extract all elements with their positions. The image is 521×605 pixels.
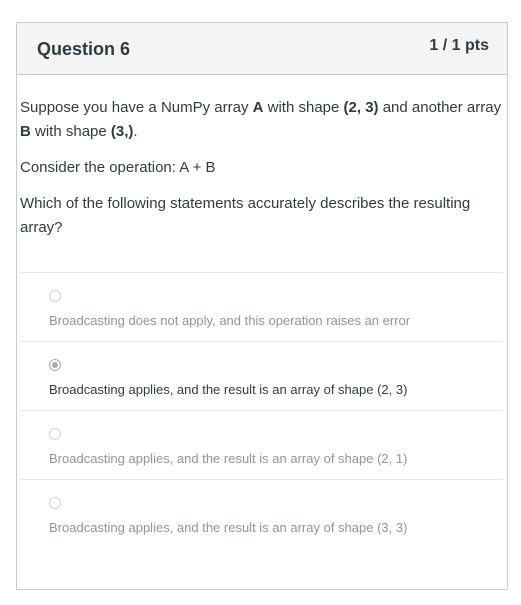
- p1-text-5: .: [133, 123, 138, 140]
- question-header: Question 6 1 / 1 pts: [17, 23, 507, 75]
- question-points: 1 / 1 pts: [429, 37, 489, 54]
- answer-label: Broadcasting does not apply, and this op…: [49, 313, 411, 328]
- p1-text-1: Suppose you have a NumPy array: [20, 99, 253, 116]
- radio-button-icon[interactable]: [49, 428, 61, 440]
- answer-label: Broadcasting applies, and the result is …: [49, 451, 408, 466]
- p1-text-2: with shape: [263, 99, 344, 116]
- answer-list: Broadcasting does not apply, and this op…: [20, 272, 503, 548]
- p1-bold-b: B: [20, 123, 31, 140]
- p1-bold-a: A: [252, 99, 264, 116]
- question-paragraph-1: Suppose you have a NumPy array A with sh…: [20, 96, 503, 144]
- question-paragraph-3: Which of the following statements accura…: [20, 195, 471, 236]
- question-title: Question 6: [37, 39, 131, 59]
- answer-label: Broadcasting applies, and the result is …: [49, 382, 408, 397]
- question-paragraph-2: Consider the operation: A + B: [20, 159, 216, 176]
- answer-option-1[interactable]: Broadcasting does not apply, and this op…: [20, 273, 503, 342]
- question-body: Suppose you have a NumPy array A with sh…: [20, 96, 503, 252]
- p1-text-4: with shape: [30, 123, 111, 140]
- radio-button-icon[interactable]: [49, 290, 61, 302]
- answer-option-3[interactable]: Broadcasting applies, and the result is …: [20, 411, 503, 480]
- answer-option-2[interactable]: Broadcasting applies, and the result is …: [20, 342, 503, 411]
- radio-button-icon[interactable]: [49, 497, 61, 509]
- radio-button-selected-icon[interactable]: [49, 359, 61, 371]
- p1-bold-shape-a: (2, 3): [343, 99, 379, 116]
- answer-option-4[interactable]: Broadcasting applies, and the result is …: [20, 480, 503, 548]
- answer-label: Broadcasting applies, and the result is …: [49, 520, 408, 535]
- p1-bold-shape-b: (3,): [110, 123, 134, 140]
- p1-text-3: and another array: [378, 99, 502, 116]
